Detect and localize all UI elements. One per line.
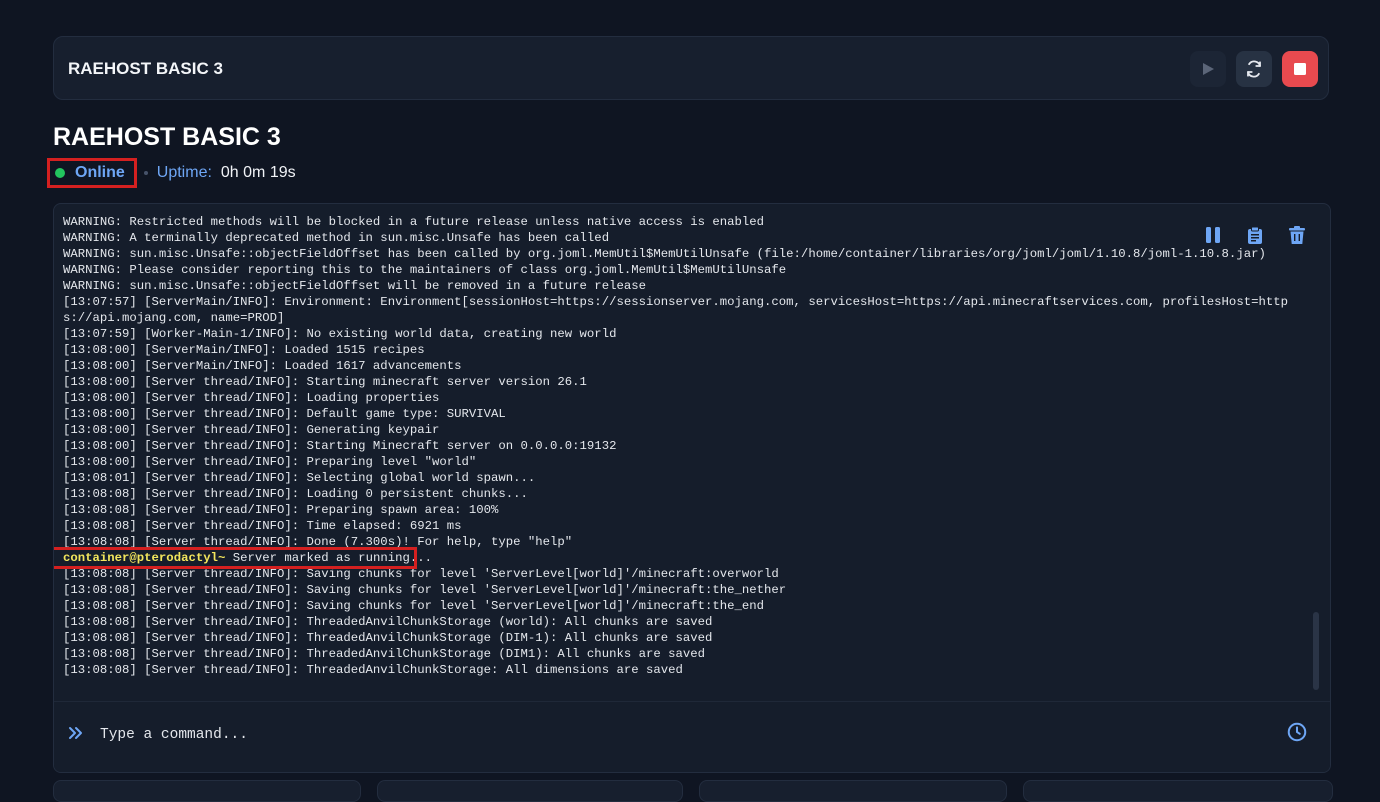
trash-icon <box>1289 225 1305 244</box>
console-line: WARNING: Restricted methods will be bloc… <box>63 215 765 229</box>
console-scrollbar[interactable] <box>1313 612 1319 690</box>
console-line: [13:08:08] [Server thread/INFO]: Threade… <box>63 631 713 645</box>
status-badge: Online <box>47 158 137 188</box>
console-line: [13:08:08] [Server thread/INFO]: Prepari… <box>63 503 499 517</box>
console-log: WARNING: Restricted methods will be bloc… <box>63 214 1305 678</box>
console-line: WARNING: Please consider reporting this … <box>63 263 787 277</box>
refresh-icon <box>1247 60 1261 78</box>
console-line: WARNING: A terminally deprecated method … <box>63 231 610 245</box>
stop-icon <box>1294 63 1306 75</box>
command-bar <box>54 701 1330 772</box>
console-line: WARNING: sun.misc.Unsafe::objectFieldOff… <box>63 279 646 293</box>
online-status-dot <box>55 168 65 178</box>
status-row: Online Uptime: 0h 0m 19s <box>47 156 296 190</box>
console-line: [13:08:08] [Server thread/INFO]: Time el… <box>63 519 462 533</box>
console-line: [13:08:00] [Server thread/INFO]: Default… <box>63 407 506 421</box>
console-line: [13:08:00] [Server thread/INFO]: Loading… <box>63 391 440 405</box>
stat-card <box>53 780 361 802</box>
restart-button[interactable] <box>1236 51 1272 87</box>
clear-button[interactable] <box>1286 224 1308 246</box>
console-line: [13:08:08] [Server thread/INFO]: Threade… <box>63 663 683 677</box>
console-line: [13:08:00] [Server thread/INFO]: Generat… <box>63 423 440 437</box>
console-line: [13:08:00] [Server thread/INFO]: Startin… <box>63 375 587 389</box>
console-line: [13:08:08] [Server thread/INFO]: Threade… <box>63 647 706 661</box>
console-line: [13:08:08] [Server thread/INFO]: Loading… <box>63 487 528 501</box>
console-toolbar <box>1202 224 1308 246</box>
console-line: [13:08:00] [Server thread/INFO]: Startin… <box>63 439 617 453</box>
start-button[interactable] <box>1190 51 1226 87</box>
clock-icon[interactable] <box>1286 721 1308 743</box>
console-line: [13:08:00] [ServerMain/INFO]: Loaded 151… <box>63 343 425 357</box>
stat-card <box>377 780 683 802</box>
console-line: [13:08:01] [Server thread/INFO]: Selecti… <box>63 471 536 485</box>
console-line: WARNING: sun.misc.Unsafe::objectFieldOff… <box>63 247 1266 261</box>
console-line: [13:08:00] [ServerMain/INFO]: Loaded 161… <box>63 359 462 373</box>
header-title: RAEHOST BASIC 3 <box>68 59 223 78</box>
command-input[interactable] <box>98 720 1242 750</box>
console-line: [13:08:08] [Server thread/INFO]: Saving … <box>63 583 787 597</box>
status-text: Online <box>75 164 125 181</box>
console-panel: WARNING: Restricted methods will be bloc… <box>53 203 1331 773</box>
play-icon <box>1203 63 1214 75</box>
server-header: RAEHOST BASIC 3 <box>53 36 1329 100</box>
console-line: [13:08:00] [Server thread/INFO]: Prepari… <box>63 455 477 469</box>
uptime-value: 0h 0m 19s <box>220 164 296 181</box>
pause-button[interactable] <box>1202 224 1224 246</box>
copy-button[interactable] <box>1244 224 1266 246</box>
highlight-box <box>54 547 417 569</box>
stat-cards <box>53 780 1333 802</box>
console-line: [13:08:08] [Server thread/INFO]: Saving … <box>63 599 765 613</box>
stat-card <box>699 780 1007 802</box>
console-line: [13:08:08] [Server thread/INFO]: Threade… <box>63 615 713 629</box>
console-line: [13:07:59] [Worker-Main-1/INFO]: No exis… <box>63 327 617 341</box>
clipboard-icon <box>1248 226 1262 244</box>
console-line: [13:07:57] [ServerMain/INFO]: Environmen… <box>63 295 1288 325</box>
pause-icon <box>1206 227 1220 243</box>
stop-button[interactable] <box>1282 51 1318 87</box>
chevrons-right-icon <box>69 727 82 739</box>
page-title: RAEHOST BASIC 3 <box>53 123 281 151</box>
separator-dot <box>143 171 148 175</box>
uptime-label: Uptime: <box>156 164 212 181</box>
stat-card <box>1023 780 1333 802</box>
